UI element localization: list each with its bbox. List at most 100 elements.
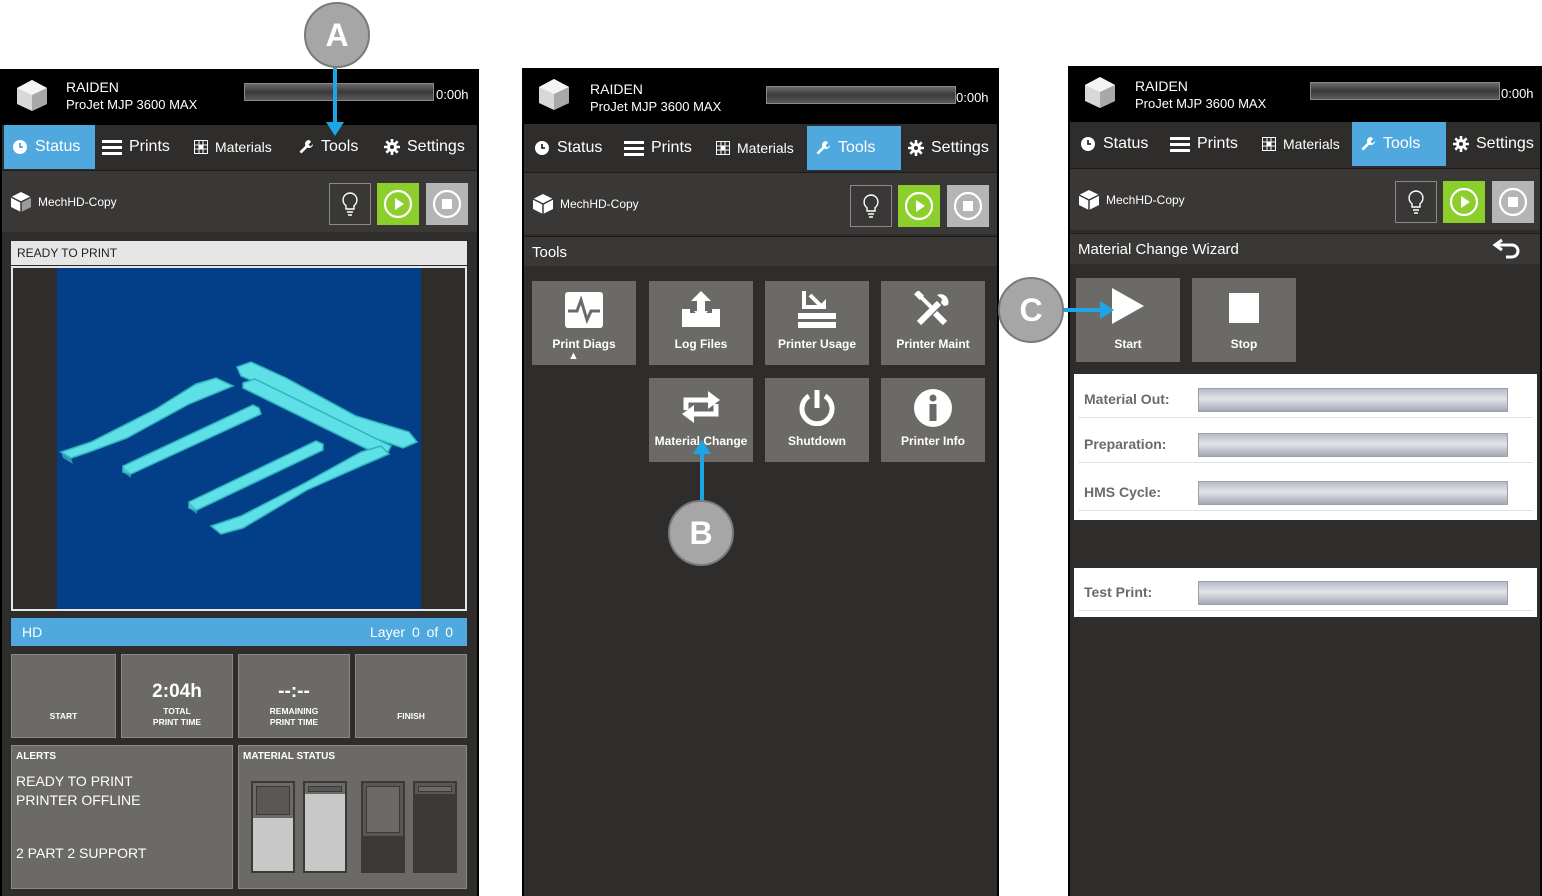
wizard-title: Material Change Wizard xyxy=(1070,233,1540,264)
stop-button[interactable] xyxy=(426,183,468,225)
cartridge-level xyxy=(305,794,345,871)
printer-maint-label: Printer Maint xyxy=(896,337,970,351)
callout-c: C xyxy=(998,277,1064,343)
clock-icon xyxy=(13,140,27,154)
arrow-head-icon xyxy=(1100,301,1114,319)
pulse-icon xyxy=(565,292,603,328)
back-arrow-icon[interactable] xyxy=(1492,236,1522,262)
tab-materials-label: Materials xyxy=(1283,136,1340,152)
layer-counter: Layer 0 of 0 xyxy=(370,624,453,640)
list-icon xyxy=(102,140,122,155)
finish-label: FINISH xyxy=(397,711,425,721)
cartridge-top xyxy=(256,786,290,815)
step-label: Material Out: xyxy=(1084,391,1170,407)
job-name: MechHD-Copy xyxy=(1106,193,1185,207)
cartridge-level xyxy=(363,836,403,871)
stop-icon xyxy=(432,189,462,219)
tab-tools[interactable]: Tools xyxy=(807,126,901,170)
tab-status[interactable]: Status xyxy=(526,126,602,170)
job-name: MechHD-Copy xyxy=(560,197,639,211)
start-label: START xyxy=(49,711,78,721)
total-print-time: 2:04h xyxy=(152,681,202,702)
print-diags-button[interactable]: Print Diags xyxy=(532,281,636,365)
print-time: 0:00h xyxy=(956,90,989,105)
main-nav: Status Prints Materials Tools Settings xyxy=(2,125,477,169)
lightbulb-icon xyxy=(863,194,879,218)
printer-header: RAIDEN ProJet MJP 3600 MAX 0:00h xyxy=(524,68,997,124)
wrench-icon xyxy=(299,140,313,154)
tab-settings[interactable]: Settings xyxy=(1445,122,1534,166)
alerts-title: ALERTS xyxy=(16,751,56,762)
tab-materials[interactable]: Materials xyxy=(1254,122,1340,166)
stop-button[interactable] xyxy=(947,185,989,227)
printer-name: RAIDEN xyxy=(1135,78,1188,94)
gear-icon xyxy=(908,140,924,156)
cube-icon xyxy=(1078,190,1100,210)
shutdown-button[interactable]: Shutdown xyxy=(765,378,869,462)
cartridge-top xyxy=(366,786,400,833)
tab-prints-label: Prints xyxy=(1197,135,1238,152)
tab-settings-label: Settings xyxy=(1476,135,1534,152)
tab-settings[interactable]: Settings xyxy=(900,126,989,170)
material-status-title: MATERIAL STATUS xyxy=(243,751,336,762)
tab-settings[interactable]: Settings xyxy=(376,125,465,169)
light-button[interactable] xyxy=(850,185,892,227)
stop-button[interactable] xyxy=(1492,181,1534,223)
play-icon xyxy=(1449,187,1479,217)
main-nav: Status Prints Materials Tools Settings xyxy=(1070,122,1540,166)
gear-icon xyxy=(1453,136,1469,152)
printer-state: READY TO PRINT xyxy=(11,241,467,265)
remaining-print-time: --:-- xyxy=(278,681,310,702)
wrench-icon xyxy=(1361,137,1375,151)
play-button[interactable] xyxy=(1443,181,1485,223)
tab-prints-label: Prints xyxy=(129,138,170,155)
arrow-head-icon xyxy=(693,440,711,454)
wizard-stop-label: Stop xyxy=(1230,337,1258,351)
callout-a-arrow xyxy=(333,66,337,126)
wrench-icon xyxy=(816,141,830,155)
finish-time-card: FINISH xyxy=(355,654,467,738)
step-label: Preparation: xyxy=(1084,436,1167,452)
shutdown-label: Shutdown xyxy=(788,434,846,448)
printer-usage-button[interactable]: Printer Usage xyxy=(765,281,869,365)
play-icon xyxy=(1112,288,1144,324)
tab-tools[interactable]: Tools xyxy=(1352,122,1446,166)
tab-materials[interactable]: Materials xyxy=(186,125,272,169)
printer-info-button[interactable]: Printer Info xyxy=(881,378,985,462)
callout-a: A xyxy=(304,2,370,68)
callout-b-arrow xyxy=(700,452,704,502)
step-hms-cycle: HMS Cycle: xyxy=(1078,473,1533,511)
printer-logo-icon xyxy=(17,80,47,111)
download-tray-icon xyxy=(682,291,720,327)
tab-materials[interactable]: Materials xyxy=(708,126,794,170)
tab-prints[interactable]: Prints xyxy=(1162,122,1238,166)
step-progress-bar xyxy=(1198,433,1508,457)
tab-status[interactable]: Status xyxy=(1072,122,1148,166)
light-button[interactable] xyxy=(329,183,371,225)
tab-prints[interactable]: Prints xyxy=(94,125,170,169)
play-button[interactable] xyxy=(898,185,940,227)
job-bar: MechHD-Copy xyxy=(1070,168,1540,230)
wizard-steps-group: Material Out: Preparation: HMS Cycle: xyxy=(1074,374,1537,520)
play-button[interactable] xyxy=(377,183,419,225)
tools-icon xyxy=(914,291,949,326)
alert-item: READY TO PRINT xyxy=(16,773,133,789)
printer-logo-icon xyxy=(539,79,569,110)
light-button[interactable] xyxy=(1395,181,1437,223)
printer-model: ProJet MJP 3600 MAX xyxy=(1135,96,1267,111)
cube-icon xyxy=(532,194,554,214)
step-progress-bar xyxy=(1198,481,1508,505)
log-files-button[interactable]: Log Files xyxy=(649,281,753,365)
tab-prints[interactable]: Prints xyxy=(616,126,692,170)
wizard-stop-button[interactable]: Stop xyxy=(1192,278,1296,362)
wizard-start-button[interactable]: Start xyxy=(1076,278,1180,362)
tab-materials-label: Materials xyxy=(215,139,272,155)
printer-maint-button[interactable]: Printer Maint xyxy=(881,281,985,365)
alerts-panel: ALERTS READY TO PRINT PRINTER OFFLINE 2 … xyxy=(11,745,233,889)
test-print-group: Test Print: xyxy=(1074,568,1537,617)
tab-materials-label: Materials xyxy=(737,140,794,156)
tab-status[interactable]: Status xyxy=(4,125,95,169)
print-progress-bar xyxy=(766,86,956,104)
tab-tools[interactable]: Tools xyxy=(290,125,358,169)
list-icon xyxy=(1170,137,1190,152)
